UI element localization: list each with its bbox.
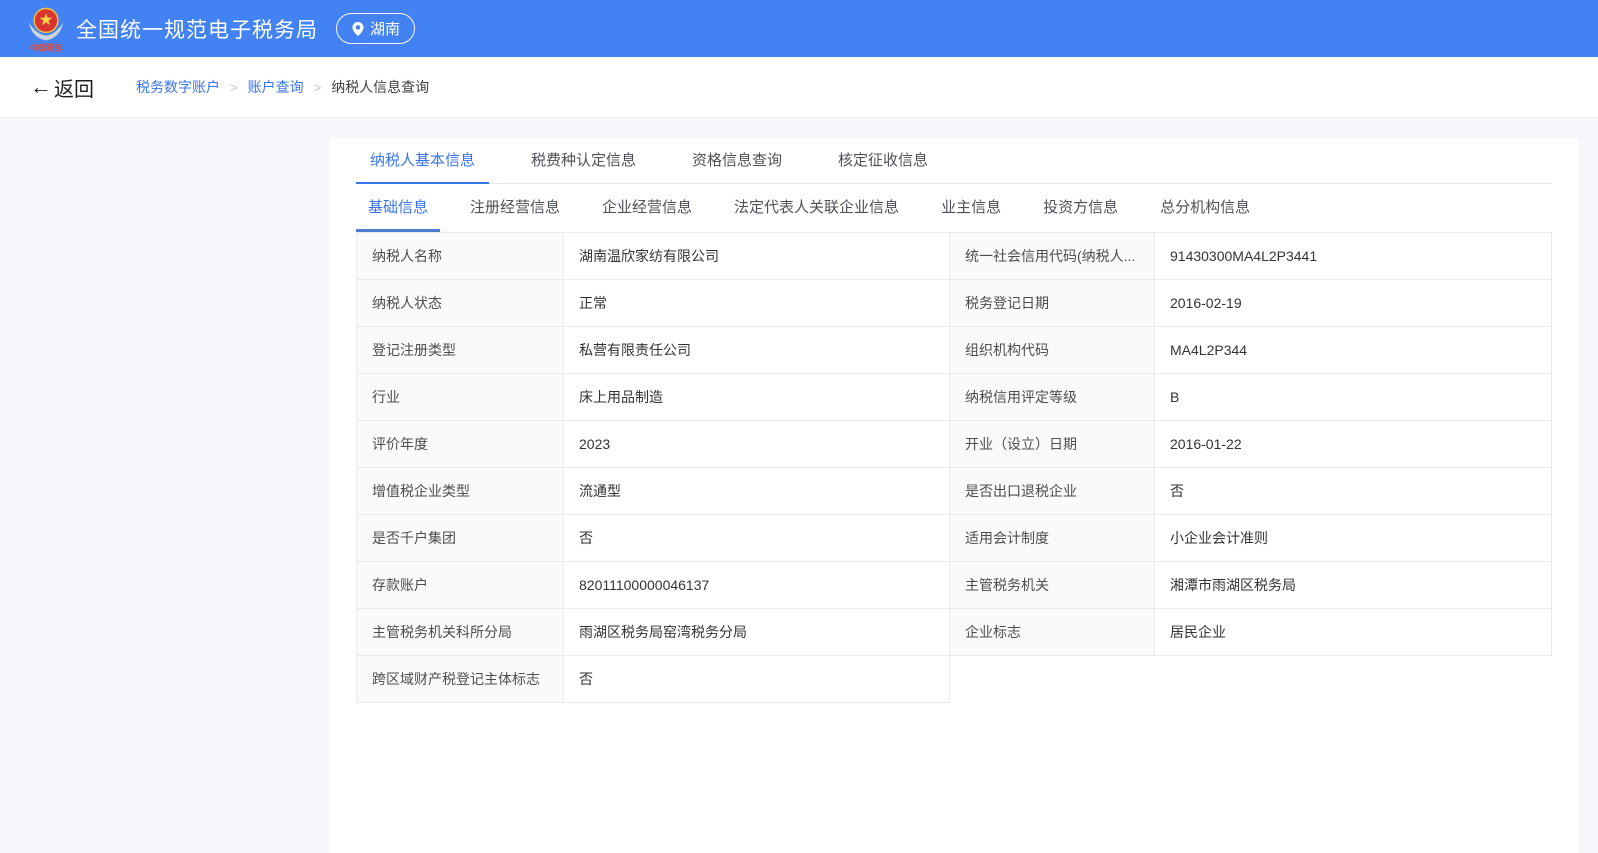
field-label: 开业（设立）日期 [950, 421, 1155, 468]
app-title: 全国统一规范电子税务局 [76, 14, 318, 44]
content-card: 纳税人基本信息税费种认定信息资格信息查询核定征收信息 基础信息注册经营信息企业经… [330, 138, 1578, 853]
sub-tab[interactable]: 基础信息 [356, 184, 440, 232]
sub-tab[interactable]: 企业经营信息 [590, 184, 704, 232]
breadcrumb: 税务数字账户 > 账户查询 > 纳税人信息查询 [136, 77, 429, 97]
breadcrumb-separator: > [314, 80, 322, 95]
breadcrumb-item[interactable]: 税务数字账户 [136, 77, 220, 97]
field-value: 否 [564, 656, 950, 703]
table-row: 是否千户集团否适用会计制度小企业会计准则 [357, 515, 1552, 562]
sub-tab[interactable]: 总分机构信息 [1148, 184, 1262, 232]
field-value: 82011100000046137 [564, 562, 950, 609]
location-badge[interactable]: 湖南 [336, 13, 415, 44]
field-label: 存款账户 [357, 562, 564, 609]
field-value: 居民企业 [1155, 609, 1552, 656]
taxpayer-info-table: 纳税人名称湖南温欣家纺有限公司统一社会信用代码(纳税人...91430300MA… [356, 232, 1552, 703]
field-value: 流通型 [564, 468, 950, 515]
field-value: 否 [1155, 468, 1552, 515]
field-label: 主管税务机关 [950, 562, 1155, 609]
main-tab[interactable]: 纳税人基本信息 [356, 138, 489, 184]
field-value: 雨湖区税务局窑湾税务分局 [564, 609, 950, 656]
sub-tab[interactable]: 投资方信息 [1031, 184, 1130, 232]
back-arrow-icon: ← [30, 76, 52, 98]
field-value: 正常 [564, 280, 950, 327]
empty-cell [950, 656, 1552, 703]
table-row: 主管税务机关科所分局雨湖区税务局窑湾税务分局企业标志居民企业 [357, 609, 1552, 656]
table-row: 纳税人名称湖南温欣家纺有限公司统一社会信用代码(纳税人...91430300MA… [357, 233, 1552, 280]
field-label: 统一社会信用代码(纳税人... [950, 233, 1155, 280]
field-value: 2023 [564, 421, 950, 468]
table-row: 行业床上用品制造纳税信用评定等级B [357, 374, 1552, 421]
sub-tab[interactable]: 法定代表人关联企业信息 [722, 184, 911, 232]
field-value: B [1155, 374, 1552, 421]
main-tab[interactable]: 税费种认定信息 [517, 138, 650, 184]
main-tab-bar: 纳税人基本信息税费种认定信息资格信息查询核定征收信息 [356, 138, 1552, 184]
location-name: 湖南 [370, 18, 400, 39]
field-value: 私营有限责任公司 [564, 327, 950, 374]
sub-tab-bar: 基础信息注册经营信息企业经营信息法定代表人关联企业信息业主信息投资方信息总分机构… [356, 184, 1552, 232]
field-label: 跨区域财产税登记主体标志 [357, 656, 564, 703]
page-body: 纳税人基本信息税费种认定信息资格信息查询核定征收信息 基础信息注册经营信息企业经… [0, 118, 1598, 853]
back-label: 返回 [54, 73, 94, 102]
sub-tab[interactable]: 业主信息 [929, 184, 1013, 232]
main-tab[interactable]: 资格信息查询 [678, 138, 796, 184]
field-label: 是否出口退税企业 [950, 468, 1155, 515]
field-value: 91430300MA4L2P3441 [1155, 233, 1552, 280]
table-row: 增值税企业类型流通型是否出口退税企业否 [357, 468, 1552, 515]
field-label: 增值税企业类型 [357, 468, 564, 515]
field-label: 登记注册类型 [357, 327, 564, 374]
page-root: { "colors": { "header_bg": "#4282f2", "a… [0, 0, 1598, 853]
field-label: 纳税信用评定等级 [950, 374, 1155, 421]
field-value: 2016-01-22 [1155, 421, 1552, 468]
back-button[interactable]: ← 返回 [30, 73, 94, 102]
breadcrumb-separator: > [230, 80, 238, 95]
location-pin-icon [351, 21, 365, 37]
field-value: 湘潭市雨湖区税务局 [1155, 562, 1552, 609]
breadcrumb-bar: ← 返回 税务数字账户 > 账户查询 > 纳税人信息查询 [0, 57, 1598, 118]
field-value: MA4L2P344 [1155, 327, 1552, 374]
app-header: 中国税务 全国统一规范电子税务局 湖南 [0, 0, 1598, 57]
field-value: 2016-02-19 [1155, 280, 1552, 327]
tax-bureau-logo: 中国税务 [26, 6, 66, 52]
breadcrumb-item: 纳税人信息查询 [331, 77, 429, 97]
field-label: 是否千户集团 [357, 515, 564, 562]
sub-tab[interactable]: 注册经营信息 [458, 184, 572, 232]
table-row: 存款账户82011100000046137主管税务机关湘潭市雨湖区税务局 [357, 562, 1552, 609]
field-value: 湖南温欣家纺有限公司 [564, 233, 950, 280]
table-row: 登记注册类型私营有限责任公司组织机构代码MA4L2P344 [357, 327, 1552, 374]
field-label: 组织机构代码 [950, 327, 1155, 374]
field-label: 企业标志 [950, 609, 1155, 656]
field-label: 行业 [357, 374, 564, 421]
field-label: 税务登记日期 [950, 280, 1155, 327]
field-value: 否 [564, 515, 950, 562]
main-tab[interactable]: 核定征收信息 [824, 138, 942, 184]
table-row: 评价年度2023开业（设立）日期2016-01-22 [357, 421, 1552, 468]
field-label: 纳税人状态 [357, 280, 564, 327]
field-value: 小企业会计准则 [1155, 515, 1552, 562]
breadcrumb-item[interactable]: 账户查询 [248, 77, 304, 97]
field-value: 床上用品制造 [564, 374, 950, 421]
table-row: 纳税人状态正常税务登记日期2016-02-19 [357, 280, 1552, 327]
logo-caption: 中国税务 [30, 42, 63, 52]
field-label: 主管税务机关科所分局 [357, 609, 564, 656]
national-emblem-icon: 中国税务 [26, 6, 66, 52]
field-label: 适用会计制度 [950, 515, 1155, 562]
field-label: 纳税人名称 [357, 233, 564, 280]
table-row: 跨区域财产税登记主体标志否 [357, 656, 1552, 703]
field-label: 评价年度 [357, 421, 564, 468]
